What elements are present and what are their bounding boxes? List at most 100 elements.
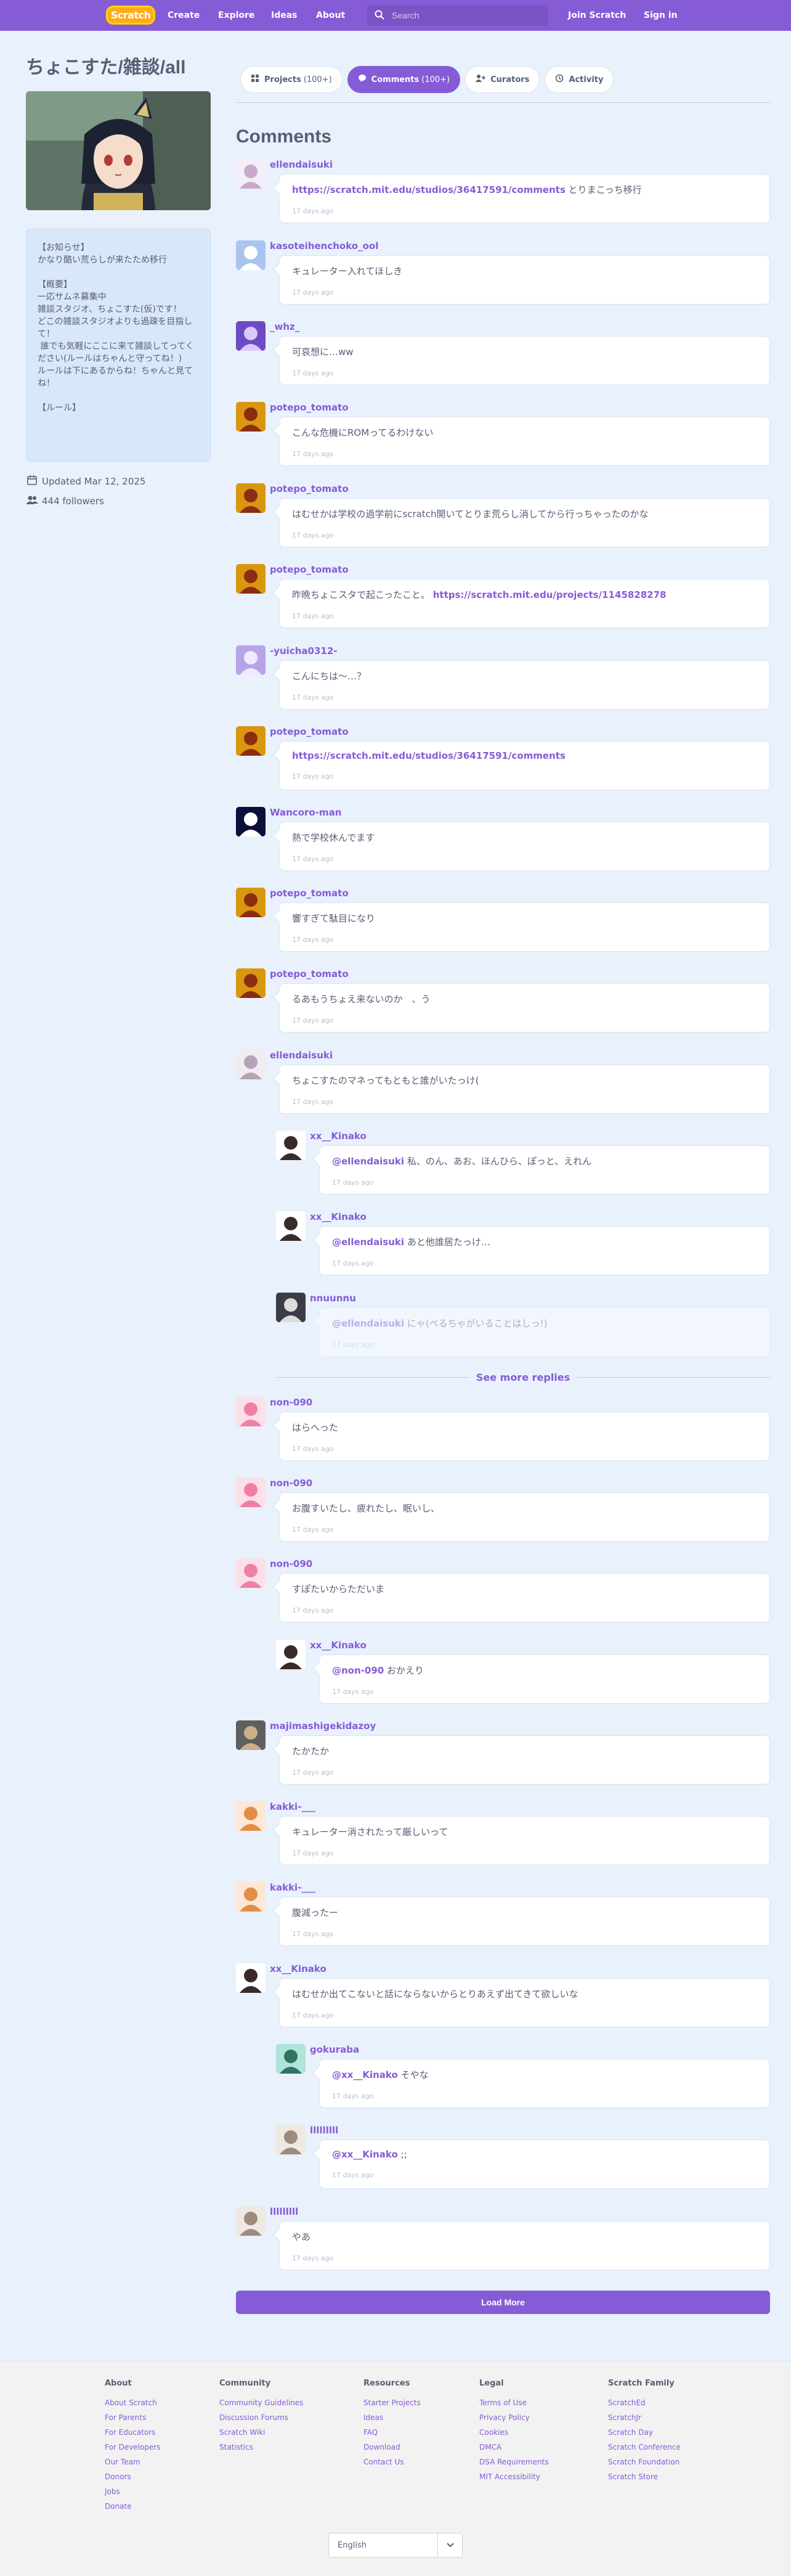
footer-link[interactable]: ScratchEd: [608, 2395, 681, 2410]
comment-username[interactable]: kakki-___: [270, 1882, 315, 1893]
avatar[interactable]: [276, 1293, 306, 1322]
comment-link[interactable]: @ellendaisuki: [332, 1318, 404, 1329]
comment-username[interactable]: nnuunnu: [310, 1293, 356, 1304]
comment-username[interactable]: potepo_tomato: [270, 483, 349, 494]
footer-link[interactable]: For Parents: [105, 2410, 161, 2425]
comment-username[interactable]: non-090: [270, 1478, 312, 1489]
comment-username[interactable]: ellendaisuki: [270, 159, 333, 170]
avatar[interactable]: [236, 888, 266, 917]
comment-username[interactable]: Wancoro-man: [270, 807, 341, 818]
avatar[interactable]: [236, 402, 266, 431]
comment-username[interactable]: potepo_tomato: [270, 888, 349, 899]
avatar[interactable]: [236, 564, 266, 594]
avatar[interactable]: [236, 483, 266, 513]
footer-link[interactable]: DMCA: [479, 2440, 549, 2455]
tab-activity[interactable]: Activity: [545, 66, 614, 93]
footer-link[interactable]: Statistics: [219, 2440, 303, 2455]
comment-username[interactable]: kakki-___: [270, 1801, 315, 1812]
comment-username[interactable]: -yuicha0312-: [270, 645, 338, 656]
avatar[interactable]: [236, 968, 266, 998]
nav-create[interactable]: Create: [168, 0, 200, 31]
avatar[interactable]: [236, 645, 266, 675]
footer-link[interactable]: About Scratch: [105, 2395, 161, 2410]
scratch-logo[interactable]: Scratch: [106, 6, 155, 25]
footer-link[interactable]: Scratch Wiki: [219, 2425, 303, 2440]
comment-link[interactable]: @non-090: [332, 1665, 384, 1676]
footer-link[interactable]: Donate: [105, 2499, 161, 2514]
comment-username[interactable]: _whz_: [270, 321, 299, 332]
footer-link[interactable]: FAQ: [363, 2425, 421, 2440]
avatar[interactable]: [236, 1558, 266, 1588]
comment-link[interactable]: @xx__Kinako: [332, 2149, 398, 2160]
comment-username[interactable]: potepo_tomato: [270, 564, 349, 575]
avatar[interactable]: [236, 1397, 266, 1426]
comment-username[interactable]: gokuraba: [310, 2044, 359, 2055]
comment-username[interactable]: xx__Kinako: [270, 1963, 327, 1974]
footer-link[interactable]: Cookies: [479, 2425, 549, 2440]
search-input[interactable]: [392, 10, 540, 20]
footer-link[interactable]: ScratchJr: [608, 2410, 681, 2425]
load-more-button[interactable]: Load More: [236, 2291, 770, 2314]
see-more-replies[interactable]: See more replies: [276, 1371, 770, 1383]
comment-link[interactable]: @ellendaisuki: [332, 1237, 404, 1248]
comment-username[interactable]: xx__Kinako: [310, 1640, 367, 1651]
avatar[interactable]: [236, 1963, 266, 1993]
footer-link[interactable]: Ideas: [363, 2410, 421, 2425]
comment-link[interactable]: https://scratch.mit.edu/studios/36417591…: [292, 184, 566, 195]
avatar[interactable]: [236, 807, 266, 836]
avatar[interactable]: [236, 321, 266, 351]
footer-link[interactable]: Community Guidelines: [219, 2395, 303, 2410]
footer-link[interactable]: For Developers: [105, 2440, 161, 2455]
comment-username[interactable]: ellendaisuki: [270, 1050, 333, 1061]
comment-username[interactable]: lllllllll: [310, 2125, 338, 2136]
avatar[interactable]: [236, 2206, 266, 2236]
footer-link[interactable]: Privacy Policy: [479, 2410, 549, 2425]
avatar[interactable]: [236, 1720, 266, 1750]
nav-explore[interactable]: Explore: [218, 0, 254, 31]
comment-username[interactable]: kasoteihenchoko_ool: [270, 240, 378, 251]
footer-link[interactable]: Scratch Conference: [608, 2440, 681, 2455]
tab-projects[interactable]: Projects (100+): [240, 66, 343, 93]
comment-username[interactable]: lllllllll: [270, 2206, 298, 2217]
footer-link[interactable]: Jobs: [105, 2484, 161, 2499]
comment-username[interactable]: potepo_tomato: [270, 968, 349, 979]
avatar[interactable]: [236, 1801, 266, 1831]
avatar[interactable]: [236, 1882, 266, 1912]
footer-link[interactable]: DSA Requirements: [479, 2455, 549, 2469]
avatar[interactable]: [276, 1211, 306, 1241]
avatar[interactable]: [276, 1131, 306, 1160]
nav-ideas[interactable]: Ideas: [271, 0, 298, 31]
language-select[interactable]: English: [328, 2533, 463, 2558]
avatar[interactable]: [236, 726, 266, 756]
comment-link[interactable]: @ellendaisuki: [332, 1156, 404, 1167]
sign-in-link[interactable]: Sign in: [644, 0, 678, 31]
avatar[interactable]: [236, 1050, 266, 1079]
nav-about[interactable]: About: [316, 0, 345, 31]
avatar[interactable]: [276, 1640, 306, 1669]
chevron-down-icon[interactable]: [437, 2533, 462, 2557]
footer-link[interactable]: Donors: [105, 2469, 161, 2484]
comment-username[interactable]: xx__Kinako: [310, 1131, 367, 1142]
footer-link[interactable]: Download: [363, 2440, 421, 2455]
footer-link[interactable]: MIT Accessibility: [479, 2469, 549, 2484]
avatar[interactable]: [236, 1478, 266, 1507]
comment-username[interactable]: potepo_tomato: [270, 726, 349, 737]
join-scratch-link[interactable]: Join Scratch: [568, 0, 626, 31]
comment-link[interactable]: https://scratch.mit.edu/studios/36417591…: [292, 750, 566, 761]
avatar[interactable]: [276, 2125, 306, 2154]
tab-comments[interactable]: Comments (100+): [347, 66, 461, 93]
comment-link-2[interactable]: https://scratch.mit.edu/projects/1145828…: [433, 589, 667, 600]
comment-username[interactable]: majimashigekidazoy: [270, 1720, 376, 1732]
footer-link[interactable]: Our Team: [105, 2455, 161, 2469]
footer-link[interactable]: For Educators: [105, 2425, 161, 2440]
footer-link[interactable]: Starter Projects: [363, 2395, 421, 2410]
footer-link[interactable]: Contact Us: [363, 2455, 421, 2469]
comment-username[interactable]: non-090: [270, 1558, 312, 1569]
footer-link[interactable]: Scratch Store: [608, 2469, 681, 2484]
comment-username[interactable]: potepo_tomato: [270, 402, 349, 413]
avatar[interactable]: [236, 240, 266, 270]
footer-link[interactable]: Scratch Foundation: [608, 2455, 681, 2469]
comment-link[interactable]: @xx__Kinako: [332, 2069, 398, 2080]
footer-link[interactable]: Terms of Use: [479, 2395, 549, 2410]
comment-username[interactable]: xx__Kinako: [310, 1211, 367, 1222]
